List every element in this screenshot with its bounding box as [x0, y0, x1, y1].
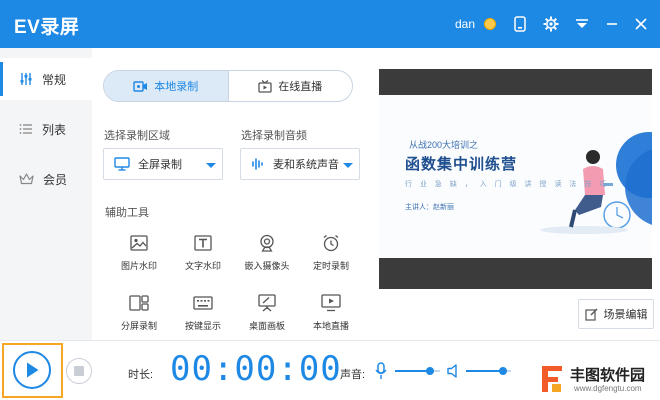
record-audio-label: 选择录制音频 — [241, 130, 307, 142]
record-area-value: 全屏录制 — [138, 159, 182, 171]
keyboard-icon — [193, 291, 213, 315]
mic-volume-slider[interactable] — [395, 367, 440, 375]
record-area-label: 选择录制区域 — [104, 130, 170, 142]
tool-scheduled-record[interactable]: 定时录制 — [299, 231, 363, 279]
tool-label: 桌面画板 — [248, 321, 285, 331]
record-audio-select[interactable]: 麦和系统声音 — [240, 148, 360, 180]
speaker-volume-fill — [466, 370, 503, 372]
tool-label: 本地直播 — [312, 321, 349, 331]
tool-label: 按键显示 — [184, 321, 221, 331]
sidebar-item-label: 常规 — [42, 72, 67, 87]
speaker-volume-knob[interactable] — [498, 367, 507, 375]
user-name[interactable]: dan — [455, 17, 475, 31]
mic-volume-fill — [395, 370, 431, 372]
watermark-url: www.dgfengtu.com — [574, 384, 642, 393]
watermark-logo-icon — [538, 364, 566, 397]
slide-illustration — [540, 132, 652, 234]
sidebar-item-member[interactable]: 会员 — [0, 158, 92, 200]
app-title: EV录屏 — [14, 17, 80, 38]
monitor-icon — [114, 157, 130, 171]
tools-label: 辅助工具 — [105, 207, 149, 219]
scene-edit-button[interactable]: 场景编辑 — [578, 299, 654, 329]
speaker-icon[interactable] — [447, 363, 461, 379]
tab-local-record[interactable]: 本地录制 — [104, 71, 229, 101]
video-camera-icon — [133, 80, 148, 92]
tool-split-screen[interactable]: 分屏录制 — [107, 291, 171, 339]
tool-label: 文字水印 — [184, 261, 221, 271]
tool-embed-webcam[interactable]: 嵌入摄像头 — [235, 231, 299, 279]
minimize-icon[interactable] — [602, 14, 622, 34]
close-icon[interactable] — [631, 14, 651, 34]
menu-down-icon[interactable] — [572, 14, 592, 34]
image-icon — [130, 231, 148, 255]
site-watermark: 丰图软件园 www.dgfengtu.com — [538, 362, 660, 400]
microphone-icon[interactable] — [375, 362, 387, 380]
gear-icon[interactable] — [541, 14, 561, 34]
tab-label: 在线直播 — [278, 81, 323, 93]
sidebar-item-label: 列表 — [42, 122, 67, 137]
sliders-icon — [19, 72, 33, 86]
watermark-brand: 丰图软件园 — [570, 367, 646, 384]
tool-label: 分屏录制 — [120, 321, 157, 331]
sidebar-item-list[interactable]: 列表 — [0, 108, 92, 150]
monitor-play-icon — [321, 291, 341, 315]
tool-local-live[interactable]: 本地直播 — [299, 291, 363, 339]
split-screen-icon — [129, 291, 149, 315]
sound-wave-icon — [251, 157, 265, 171]
edit-icon — [584, 308, 598, 321]
duration-label: 时长: — [128, 369, 154, 381]
slide-presenter: 主讲人：赵新丽 — [405, 204, 454, 211]
stop-record-button[interactable] — [66, 358, 92, 384]
tool-key-display[interactable]: 按键显示 — [171, 291, 235, 339]
speaker-volume-slider[interactable] — [466, 367, 511, 375]
chevron-down-icon — [206, 163, 216, 168]
scene-edit-label: 场景编辑 — [603, 309, 648, 321]
coin-icon[interactable] — [484, 18, 496, 30]
start-record-button[interactable] — [13, 351, 51, 389]
record-timer: 00:00:00 — [170, 349, 342, 389]
text-icon — [194, 231, 212, 255]
slide-tagline: 行 业 急 缺 ， 入 门 级 讲 授 读 法 技 巧 — [405, 181, 610, 188]
tab-label: 本地录制 — [154, 81, 199, 93]
webcam-icon — [258, 231, 276, 255]
tab-live-stream[interactable]: 在线直播 — [229, 71, 353, 101]
phone-icon[interactable] — [510, 14, 530, 34]
tv-icon — [258, 79, 272, 93]
tool-text-watermark[interactable]: 文字水印 — [171, 231, 235, 279]
title-bar: EV录屏 dan — [0, 0, 660, 48]
volume-label: 声音: — [340, 369, 366, 381]
crown-icon — [19, 173, 34, 185]
slide-title: 函数集中训练营 — [405, 156, 518, 173]
easel-icon — [258, 291, 276, 315]
screen-preview: 从战200大培训之 函数集中训练营 行 业 急 缺 ， 入 门 级 讲 授 读 … — [379, 69, 652, 289]
chevron-down-icon — [343, 163, 353, 168]
tool-desktop-drawing[interactable]: 桌面画板 — [235, 291, 299, 339]
stop-icon — [74, 366, 84, 376]
sidebar-item-label: 会员 — [43, 172, 68, 187]
play-icon — [24, 361, 40, 379]
list-icon — [19, 123, 33, 135]
slide-subtitle: 从战200大培训之 — [409, 140, 479, 150]
tool-label: 图片水印 — [120, 261, 157, 271]
record-area-select[interactable]: 全屏录制 — [103, 148, 223, 180]
alarm-clock-icon — [322, 231, 340, 255]
tool-label: 定时录制 — [312, 261, 349, 271]
tool-image-watermark[interactable]: 图片水印 — [107, 231, 171, 279]
sidebar-item-general[interactable]: 常规 — [0, 58, 92, 100]
tool-label: 嵌入摄像头 — [244, 261, 290, 271]
mode-toggle: 本地录制 在线直播 — [103, 70, 353, 102]
sidebar: 常规 列表 会员 — [0, 48, 92, 340]
preview-slide: 从战200大培训之 函数集中训练营 行 业 急 缺 ， 入 门 级 讲 授 读 … — [379, 95, 652, 258]
record-audio-value: 麦和系统声音 — [273, 159, 339, 171]
